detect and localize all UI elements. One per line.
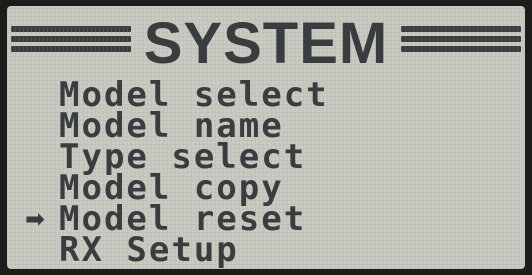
lcd-bezel: SYSTEM Model select Model name Type sele… (0, 0, 532, 275)
system-menu: Model select Model name Type select Mode… (25, 78, 515, 267)
header-decoration-right (401, 26, 521, 62)
screen-header: SYSTEM (7, 12, 525, 76)
menu-item-rx-setup[interactable]: RX Setup (25, 233, 515, 267)
menu-item-label: RX Setup (59, 230, 239, 269)
lcd-screen: SYSTEM Model select Model name Type sele… (7, 6, 525, 269)
selection-cursor-icon: ➡ (25, 205, 48, 233)
